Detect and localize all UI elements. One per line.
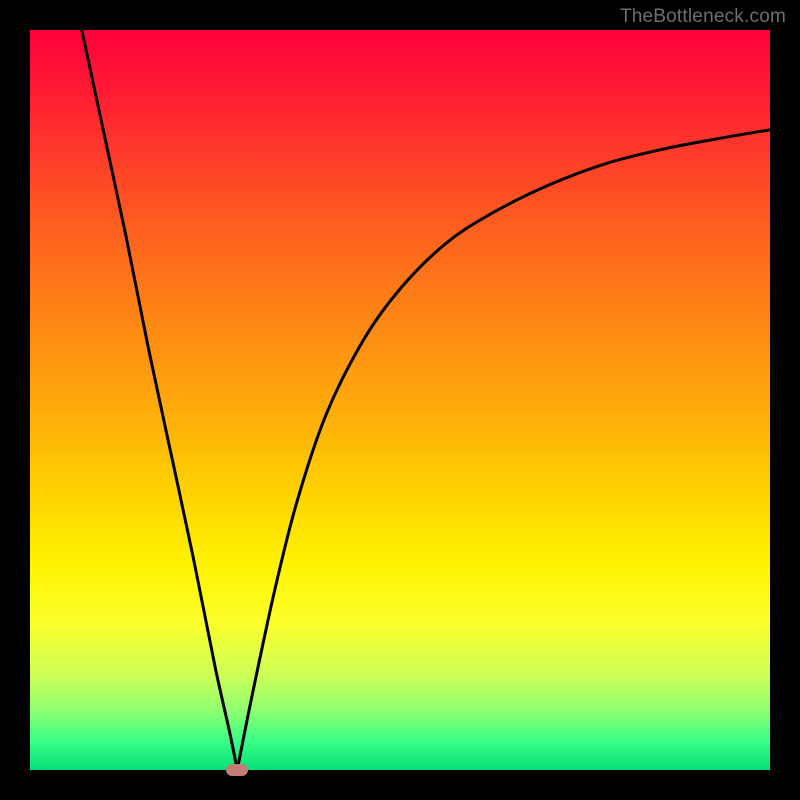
plot-area [30, 30, 770, 770]
curve-svg [30, 30, 770, 770]
chart-frame: TheBottleneck.com [0, 0, 800, 800]
optimum-marker [226, 764, 248, 776]
bottleneck-curve [82, 30, 770, 770]
watermark-text: TheBottleneck.com [620, 6, 786, 28]
